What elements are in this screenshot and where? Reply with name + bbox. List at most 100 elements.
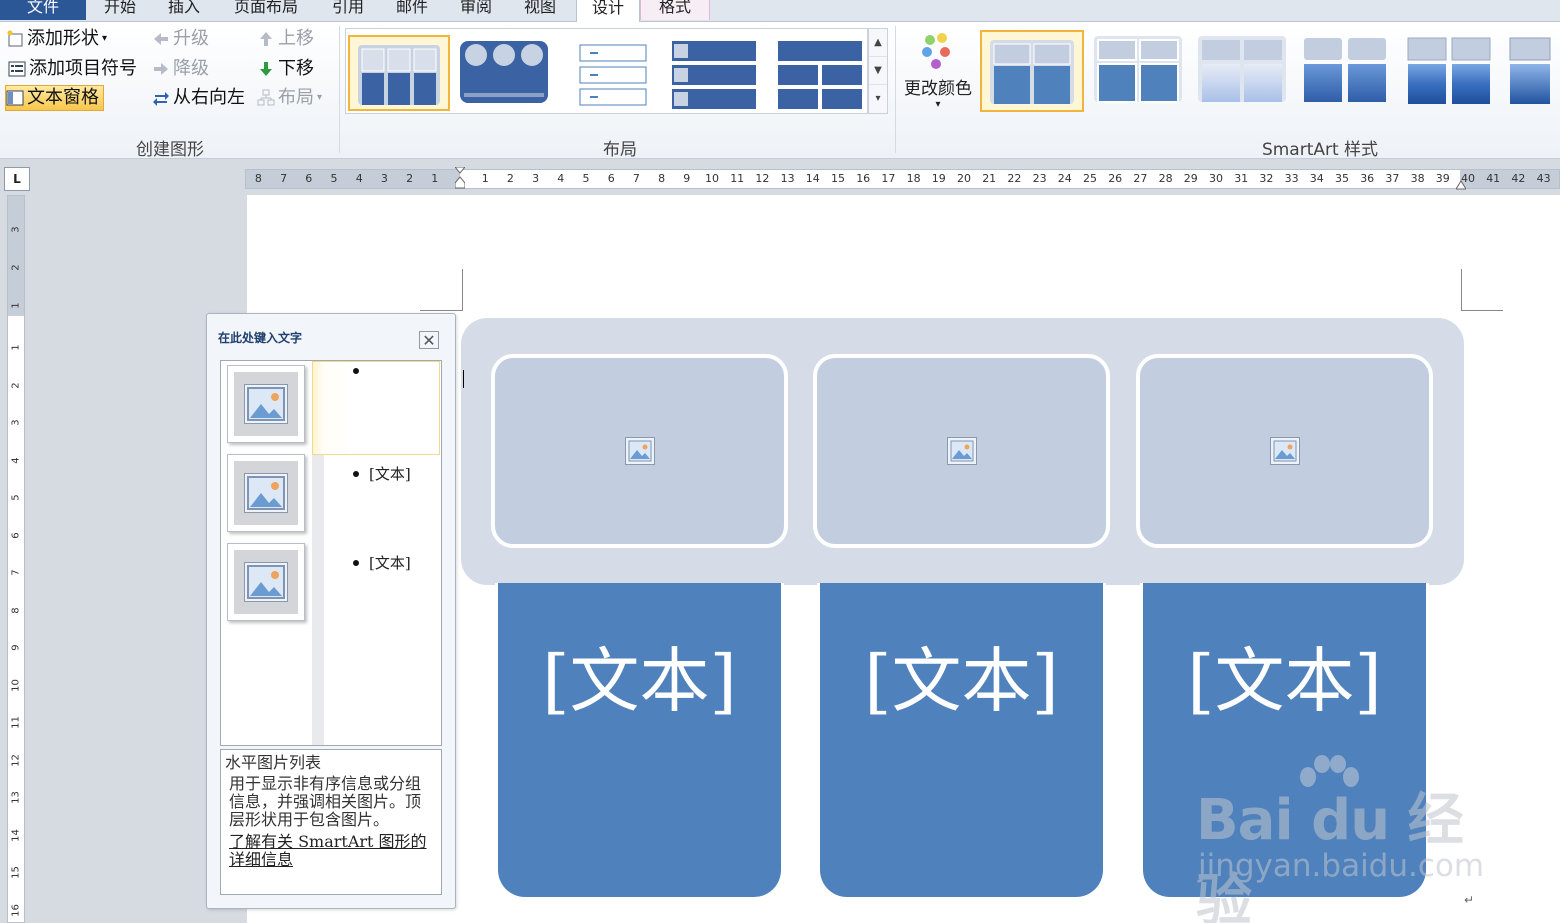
pane-picture-thumb-3[interactable] [227, 543, 305, 621]
org-chart-icon [257, 89, 275, 107]
tab-page-layout[interactable]: 页面布局 [218, 0, 314, 20]
text-pane-item-text: [文本] [369, 465, 411, 483]
style-thumb-white-outline[interactable] [1088, 32, 1188, 108]
layout-thumb-stacked-list[interactable] [666, 35, 766, 111]
move-down-label: 下移 [278, 58, 314, 79]
move-down-button[interactable]: 下移 [257, 56, 314, 82]
text-shape-label: [文本] [864, 640, 1059, 722]
tab-view[interactable]: 视图 [510, 0, 570, 20]
text-pane-label: 文本窗格 [27, 87, 99, 108]
pane-picture-thumb-2[interactable] [227, 454, 305, 532]
ruler-number: 14 [805, 172, 820, 185]
ruler-number: 2 [10, 264, 22, 271]
add-bullet-button[interactable]: 添加项目符号 [8, 56, 137, 82]
horizontal-ruler[interactable]: 87654321 1 2 3 4 5 6 7 8 9 10 11 12 13 14 15 16 17 18 19 20… [245, 166, 1560, 190]
move-up-button[interactable]: 上移 [257, 26, 314, 52]
ruler-number: 34 [1309, 172, 1324, 185]
bullet-icon [353, 470, 359, 477]
ruler-number: 2 [10, 381, 22, 389]
layout-thumb-bullet-list[interactable] [560, 35, 660, 111]
style-thumb-simple-fill[interactable] [980, 30, 1084, 112]
picture-placeholder-2[interactable] [813, 354, 1110, 548]
gallery-more-button[interactable]: ▾ [869, 85, 887, 113]
ruler-number: 24 [1057, 172, 1072, 185]
ruler-number: 4 [355, 172, 363, 185]
crop-mark [420, 310, 462, 311]
close-text-pane-button[interactable]: ✕ [419, 331, 439, 350]
text-pane-title: 在此处键入文字 [218, 331, 303, 345]
insert-picture-icon[interactable] [1269, 437, 1300, 465]
layout-description-title: 水平图片列表 [225, 753, 322, 772]
style-thumb-intense-effect[interactable] [1400, 32, 1500, 108]
text-shape-2[interactable]: [文本] [817, 583, 1106, 900]
promote-button[interactable]: 升级 [152, 26, 209, 52]
text-pane-item-2[interactable]: [文本] [353, 463, 411, 484]
layout-thumb-table-list[interactable] [770, 35, 870, 111]
text-pane-icon [6, 89, 24, 107]
picture-placeholder-3[interactable] [1136, 354, 1433, 548]
add-shape-button[interactable]: 添加形状 ▾ [6, 26, 107, 52]
ruler-number: 19 [931, 172, 946, 185]
text-pane-list[interactable]: [文本] [文本] [220, 360, 464, 746]
layouts-gallery-scroll: ▲ ▼ ▾ [868, 28, 888, 114]
tab-home[interactable]: 开始 [90, 0, 150, 20]
right-to-left-button[interactable]: 从右向左 [152, 85, 245, 111]
ruler-number: 13 [10, 791, 22, 804]
pane-picture-thumb-1[interactable] [227, 365, 305, 443]
paragraph-mark: ↵ [1464, 893, 1475, 907]
indent-marker[interactable] [453, 166, 467, 189]
demote-button[interactable]: 降级 [152, 56, 209, 82]
group-label-create-graphic: 创建图形 [136, 140, 204, 160]
vertical-ruler[interactable]: 321 1 2 3 4 5 6 7 8 9 10 11 12 13 14 15 16 [7, 195, 25, 923]
text-caret [463, 370, 464, 388]
layout-thumb-picture-accent[interactable] [454, 35, 554, 111]
tab-format[interactable]: 格式 [640, 0, 710, 20]
ruler-number: 14 [10, 828, 22, 842]
active-text-row[interactable] [312, 361, 464, 455]
ruler-number: 1 [10, 344, 22, 351]
right-indent-marker[interactable] [1455, 176, 1467, 190]
ruler-number: 25 [1083, 172, 1097, 185]
smartart-styles-gallery [978, 28, 1560, 116]
picture-placeholder-1[interactable] [491, 354, 788, 548]
tab-insert[interactable]: 插入 [154, 0, 214, 20]
style-thumb-moderate-effect[interactable] [1296, 32, 1396, 108]
ruler-number: 43 [1536, 172, 1551, 185]
text-shape-1[interactable]: [文本] [495, 583, 784, 900]
insert-picture-icon[interactable] [624, 437, 655, 465]
ruler-number: 1 [431, 172, 439, 185]
ruler-number: 2 [406, 172, 414, 185]
group-separator [895, 26, 896, 153]
tab-review[interactable]: 审阅 [446, 0, 506, 20]
ruler-number: 18 [906, 172, 921, 185]
tab-stop-selector[interactable]: L [4, 167, 30, 191]
group-separator [339, 26, 340, 153]
ruler-number: 31 [1234, 172, 1249, 185]
ruler-number: 11 [10, 716, 22, 729]
ruler-number: 20 [957, 172, 971, 185]
ruler-number: 10 [705, 172, 719, 185]
gallery-down-button[interactable]: ▼ [869, 57, 887, 85]
style-thumb-3d[interactable] [1504, 32, 1560, 108]
ruler-number: 7 [280, 172, 288, 185]
layout-description-text: 用于显示非有序信息或分组信息，并强调相关图片。顶层形状用于包含图片。 [229, 774, 422, 829]
text-pane-item-1[interactable] [353, 368, 369, 374]
layout-button[interactable]: 布局 ▾ [257, 85, 322, 111]
ruler-number: 15 [831, 172, 845, 185]
smartart-text-pane[interactable]: 在此处键入文字 ✕ [文本] [文本] 水平图片列表 用于显示非有序信息或分组信… [206, 313, 464, 909]
tab-design[interactable]: 设计 [576, 0, 640, 23]
tab-mailings[interactable]: 邮件 [382, 0, 442, 20]
demote-label: 降级 [173, 58, 209, 79]
learn-more-link[interactable]: 了解有关 SmartArt 图形的详细信息 [227, 833, 435, 869]
ruler-number: 8 [10, 606, 22, 614]
text-pane-button[interactable]: 文本窗格 [5, 85, 104, 111]
gallery-up-button[interactable]: ▲ [869, 29, 887, 57]
tab-file[interactable]: 文件 [0, 0, 86, 20]
text-pane-item-3[interactable]: [文本] [353, 552, 411, 573]
change-colors-button[interactable]: 更改颜色 ▾ [902, 26, 974, 126]
layout-thumb-horizontal-picture-list[interactable] [348, 35, 450, 111]
insert-picture-icon[interactable] [946, 437, 977, 465]
ruler-number: 1 [10, 302, 22, 309]
tab-references[interactable]: 引用 [318, 0, 378, 20]
style-thumb-subtle-effect[interactable] [1192, 32, 1292, 108]
